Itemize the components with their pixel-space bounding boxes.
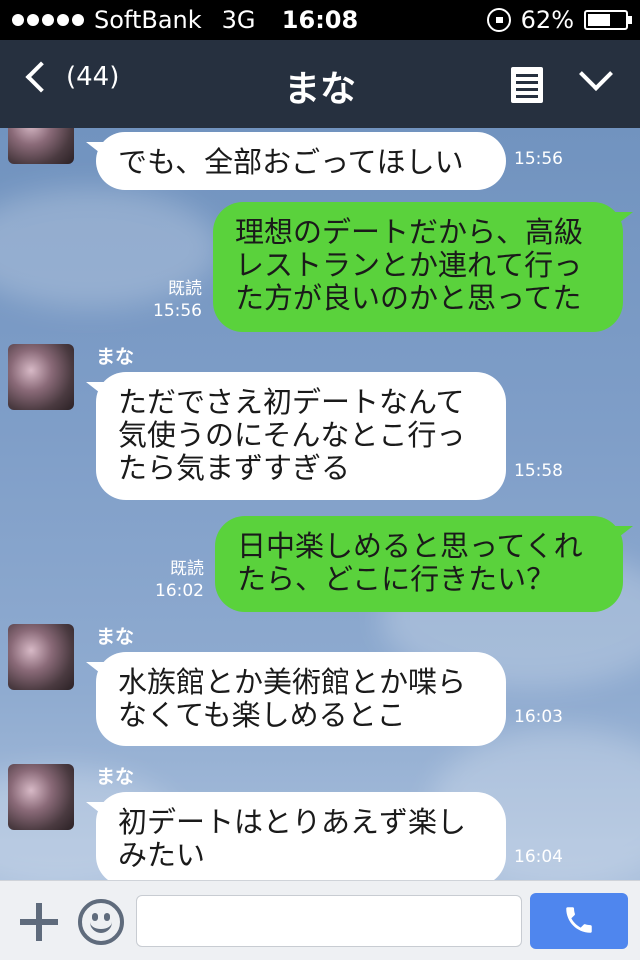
message-time: 15:56 [514, 149, 563, 169]
chat-title: まな [283, 69, 356, 110]
read-receipt: 既読 [170, 559, 204, 579]
incoming-bubble[interactable]: ただでさえ初デートなんて 気使うのにそんなとこ行っ たら気まずすぎる [86, 372, 506, 500]
status-right: 62% [486, 6, 632, 34]
outgoing-bubble[interactable]: 日中楽しめると思ってくれ たら、どこに行きたい？ [215, 516, 633, 612]
sender-name: まな [96, 626, 135, 648]
phone-icon [566, 907, 592, 933]
avatar[interactable] [8, 344, 74, 410]
message-input[interactable] [136, 895, 522, 947]
sender-name: まな [96, 346, 135, 368]
chat-header: (44) まな [0, 40, 640, 128]
message-time: 16:03 [514, 707, 563, 727]
message-time: 16:02 [155, 581, 204, 601]
message-list[interactable]: でも、全部おごってほしい 15:56 既読 15:56 理想のデートだから、高級… [0, 128, 640, 880]
outgoing-bubble[interactable]: 理想のデートだから、高級 レストランとか連れて行っ た方が良いのかと思ってた [213, 202, 633, 332]
rotation-lock-icon [486, 8, 511, 32]
sender-name: まな [96, 766, 135, 788]
read-receipt: 既読 [168, 279, 202, 299]
incoming-bubble[interactable]: でも、全部おごってほしい [86, 132, 506, 190]
avatar[interactable] [8, 128, 74, 164]
message-time: 15:58 [514, 461, 563, 481]
message-time: 16:04 [514, 847, 563, 867]
plus-icon[interactable] [20, 903, 58, 941]
incoming-bubble[interactable]: 水族館とか美術館とか喋ら なくても楽しめるとこ [86, 652, 506, 746]
status-bar: SoftBank 3G 16:08 62% [0, 0, 640, 40]
battery-icon [584, 10, 632, 30]
avatar[interactable] [8, 764, 74, 830]
input-bar [0, 880, 640, 960]
call-button[interactable] [530, 893, 628, 949]
incoming-bubble[interactable]: 初デートはとりあえず楽し みたい [86, 792, 506, 880]
battery-fill [588, 14, 611, 26]
menu-icon[interactable] [511, 67, 543, 103]
smiley-icon[interactable] [78, 899, 124, 945]
message-time: 15:56 [153, 301, 202, 321]
avatar[interactable] [8, 624, 74, 690]
battery-percent: 62% [520, 6, 574, 34]
